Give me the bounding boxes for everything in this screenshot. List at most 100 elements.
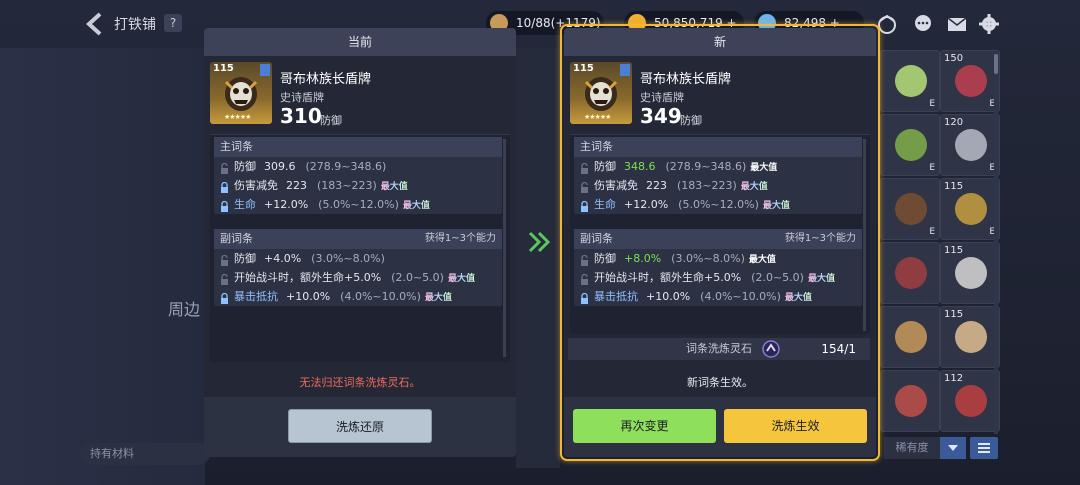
stat-range: (4.0%~10.0%) <box>700 290 781 303</box>
stat-line[interactable]: 开始战斗时，额外生命+5.0% (2.0~5.0) 最大值 <box>214 268 502 287</box>
stat-line[interactable]: 生命 +12.0% (5.0%~12.0%) 最大值 <box>574 195 862 214</box>
stats-scrollbar[interactable] <box>863 139 866 331</box>
inventory-item[interactable]: E <box>880 50 940 112</box>
item-level: 112 <box>944 373 964 384</box>
inventory-item[interactable]: 120 E <box>940 114 1000 176</box>
inventory-item[interactable] <box>880 306 940 368</box>
stat-name: 开始战斗时，额外生命+5.0% <box>234 271 382 284</box>
reroll-stone-count: 154/1 <box>821 342 856 356</box>
scrollbar-thumb[interactable] <box>994 54 998 74</box>
unlocked-icon[interactable] <box>580 180 589 193</box>
restore-button[interactable]: 洗炼还原 <box>288 409 432 443</box>
page-title: 打铁铺 <box>114 17 156 33</box>
stat-range: (2.0~5.0) <box>751 271 804 284</box>
stat-value: +12.0% <box>264 198 309 211</box>
stats-scroll-area[interactable]: 主词条 防御 309.6 (278.9~348.6) 伤害减免 223 (183~223… <box>210 134 510 362</box>
stat-range: (2.0~5.0) <box>391 271 444 284</box>
inventory-item[interactable]: E <box>880 178 940 240</box>
item-type: 史诗盾牌 <box>280 91 324 104</box>
lock-icon[interactable] <box>220 199 229 212</box>
change-again-button[interactable]: 再次变更 <box>573 409 716 443</box>
help-button[interactable]: ? <box>164 14 182 32</box>
stat-value: +10.0% <box>646 290 691 303</box>
stat-line[interactable]: 防御 348.6 (278.9~348.6) 最大值 <box>574 157 862 176</box>
item-summary: 115 ★★★★★ 哥布林族长盾牌 史诗盾牌 310 防御 <box>204 56 516 128</box>
new-stats-dialog: 新 115 ★★★★★ 哥布林族长盾牌 史诗盾牌 349 防御 主词条 防御 34… <box>564 28 876 457</box>
sub-stats-hint: 获得1~3个能力 <box>424 233 496 244</box>
stats-scrollbar[interactable] <box>503 139 506 357</box>
inventory-item[interactable] <box>880 370 940 432</box>
reroll-stone-icon <box>762 340 780 358</box>
inventory-item[interactable] <box>880 242 940 304</box>
main-stats-section: 主词条 防御 348.6 (278.9~348.6) 最大值 伤害减免 223 (183~… <box>574 137 862 214</box>
stat-line[interactable]: 伤害减免 223 (183~223) 最大值 <box>574 176 862 195</box>
unlocked-icon[interactable] <box>220 161 229 174</box>
inventory-item[interactable]: 115 <box>940 242 1000 304</box>
double-chevron-right-icon <box>526 230 554 254</box>
unlocked-icon[interactable] <box>220 272 229 285</box>
stat-line[interactable]: 开始战斗时，额外生命+5.0% (2.0~5.0) 最大值 <box>574 268 862 287</box>
item-art <box>955 257 987 289</box>
item-icon: 115 ★★★★★ <box>210 62 272 124</box>
stat-name: 开始战斗时，额外生命+5.0% <box>594 271 742 284</box>
item-art <box>895 257 927 289</box>
stat-line[interactable]: 暴击抵抗 +10.0% (4.0%~10.0%) 最大值 <box>214 287 502 306</box>
lock-icon[interactable] <box>580 291 589 304</box>
sort-dropdown[interactable]: 稀有度 <box>884 437 940 459</box>
sub-stats-title: 副词条 获得1~3个能力 <box>214 229 502 249</box>
unlocked-icon[interactable] <box>580 161 589 174</box>
item-level: 120 <box>944 117 964 128</box>
stat-line[interactable]: 生命 +12.0% (5.0%~12.0%) 最大值 <box>214 195 502 214</box>
stat-range: (4.0%~10.0%) <box>340 290 421 303</box>
item-defense-unit: 防御 <box>680 114 702 127</box>
inventory-item[interactable]: 115 <box>940 306 1000 368</box>
mail-icon[interactable] <box>946 13 968 35</box>
unlocked-icon[interactable] <box>220 253 229 266</box>
unlocked-icon[interactable] <box>580 272 589 285</box>
item-grade: E <box>929 227 935 237</box>
item-level: 150 <box>944 53 964 64</box>
rarity-stars: ★★★★★ <box>584 113 611 121</box>
unlocked-icon[interactable] <box>580 253 589 266</box>
item-art <box>955 321 987 353</box>
inventory-item[interactable]: 150 E <box>940 50 1000 112</box>
inventory-item[interactable]: E <box>880 114 940 176</box>
filter-icon[interactable] <box>970 437 998 459</box>
item-type: 史诗盾牌 <box>640 91 684 104</box>
stat-value: 223 <box>646 179 667 192</box>
stats-scroll-area[interactable]: 主词条 防御 348.6 (278.9~348.6) 最大值 伤害减免 223 (183~… <box>570 134 870 334</box>
stat-line[interactable]: 暴击抵抗 +10.0% (4.0%~10.0%) 最大值 <box>574 287 862 306</box>
stat-line[interactable]: 防御 309.6 (278.9~348.6) <box>214 157 502 176</box>
item-art <box>955 385 987 417</box>
item-grade: E <box>929 163 935 173</box>
max-value-badge: 最大值 <box>763 197 790 216</box>
apply-reroll-button[interactable]: 洗炼生效 <box>724 409 867 443</box>
stat-name: 防御 <box>234 160 256 173</box>
stat-line[interactable]: 防御 +8.0% (3.0%~8.0%) 最大值 <box>574 249 862 268</box>
guild-icon[interactable] <box>876 13 898 35</box>
back-arrow-icon[interactable] <box>84 12 106 36</box>
stat-name: 伤害减免 <box>234 179 278 192</box>
main-stats-title: 主词条 <box>214 137 502 157</box>
item-art <box>955 65 987 97</box>
reroll-stone-label: 词条洗炼灵石 <box>686 342 752 355</box>
stat-line[interactable]: 防御 +4.0% (3.0%~8.0%) <box>214 249 502 268</box>
lock-icon[interactable] <box>220 291 229 304</box>
settings-gear-icon[interactable] <box>978 13 1000 35</box>
lock-icon[interactable] <box>580 199 589 212</box>
inventory-item[interactable]: 115 E <box>940 178 1000 240</box>
stat-name: 暴击抵抗 <box>234 290 278 303</box>
sub-stats-hint: 获得1~3个能力 <box>784 233 856 244</box>
stat-range: (5.0%~12.0%) <box>318 198 399 211</box>
rarity-stars: ★★★★★ <box>224 113 251 121</box>
inventory-item[interactable]: 112 <box>940 370 1000 432</box>
inventory-scrollbar[interactable] <box>994 54 998 434</box>
owned-material-field[interactable]: 持有材料 <box>80 443 210 465</box>
stat-line[interactable]: 伤害减免 223 (183~223) 最大值 <box>214 176 502 195</box>
item-name: 哥布林族长盾牌 <box>640 72 732 87</box>
sort-order-button[interactable] <box>940 437 966 459</box>
lock-icon[interactable] <box>220 180 229 193</box>
stat-name: 防御 <box>234 252 256 265</box>
item-art <box>895 385 927 417</box>
chat-icon[interactable] <box>912 13 934 35</box>
